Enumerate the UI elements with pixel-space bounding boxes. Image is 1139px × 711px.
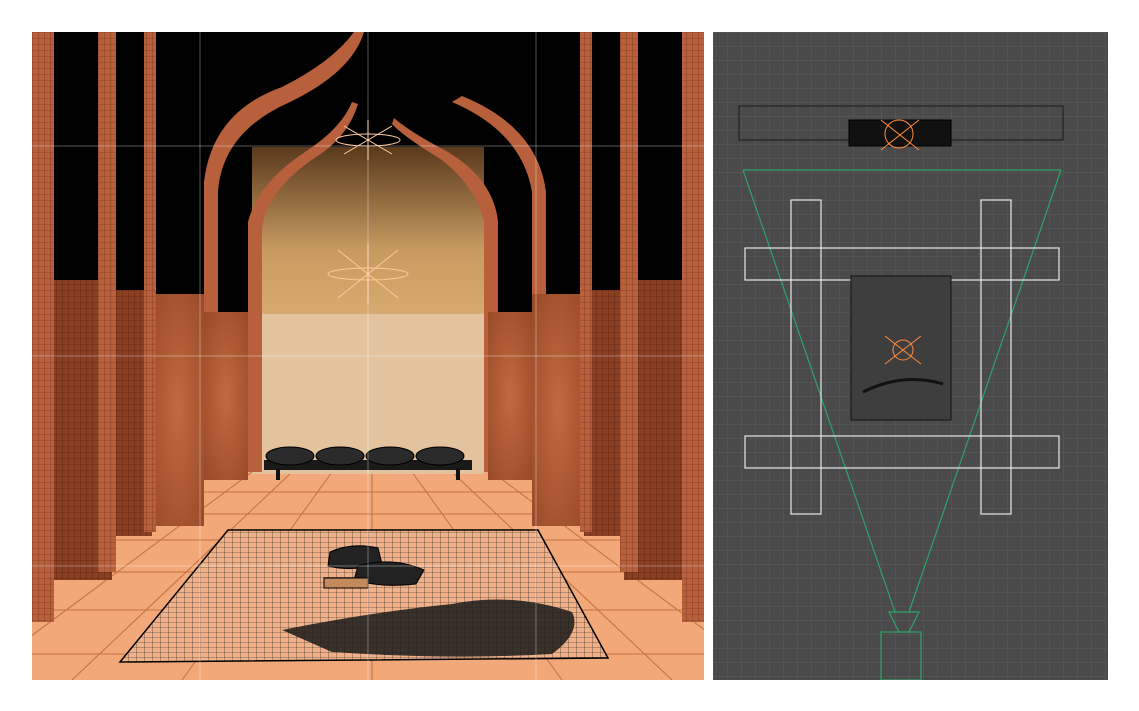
right-marble-panel (532, 294, 584, 526)
bench-topview[interactable] (848, 119, 952, 147)
left-marble-panel-inner (204, 312, 248, 480)
right-marble-panel-inner (488, 312, 532, 480)
perspective-viewport[interactable] (32, 32, 704, 680)
left-marble-panel (152, 294, 204, 526)
top-viewport[interactable] (713, 32, 1108, 680)
